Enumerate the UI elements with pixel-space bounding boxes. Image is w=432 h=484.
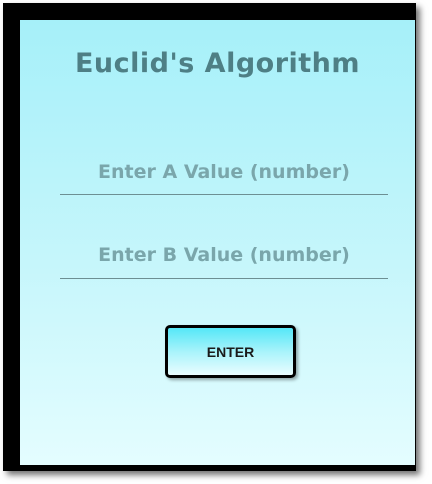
page-title: Euclid's Algorithm <box>74 48 361 79</box>
app-window-frame: Euclid's Algorithm ENTER <box>3 3 416 471</box>
a-value-input[interactable] <box>60 149 388 195</box>
b-value-input[interactable] <box>60 232 388 279</box>
euclid-form-panel: Euclid's Algorithm ENTER <box>20 20 415 465</box>
enter-button[interactable]: ENTER <box>165 325 296 378</box>
